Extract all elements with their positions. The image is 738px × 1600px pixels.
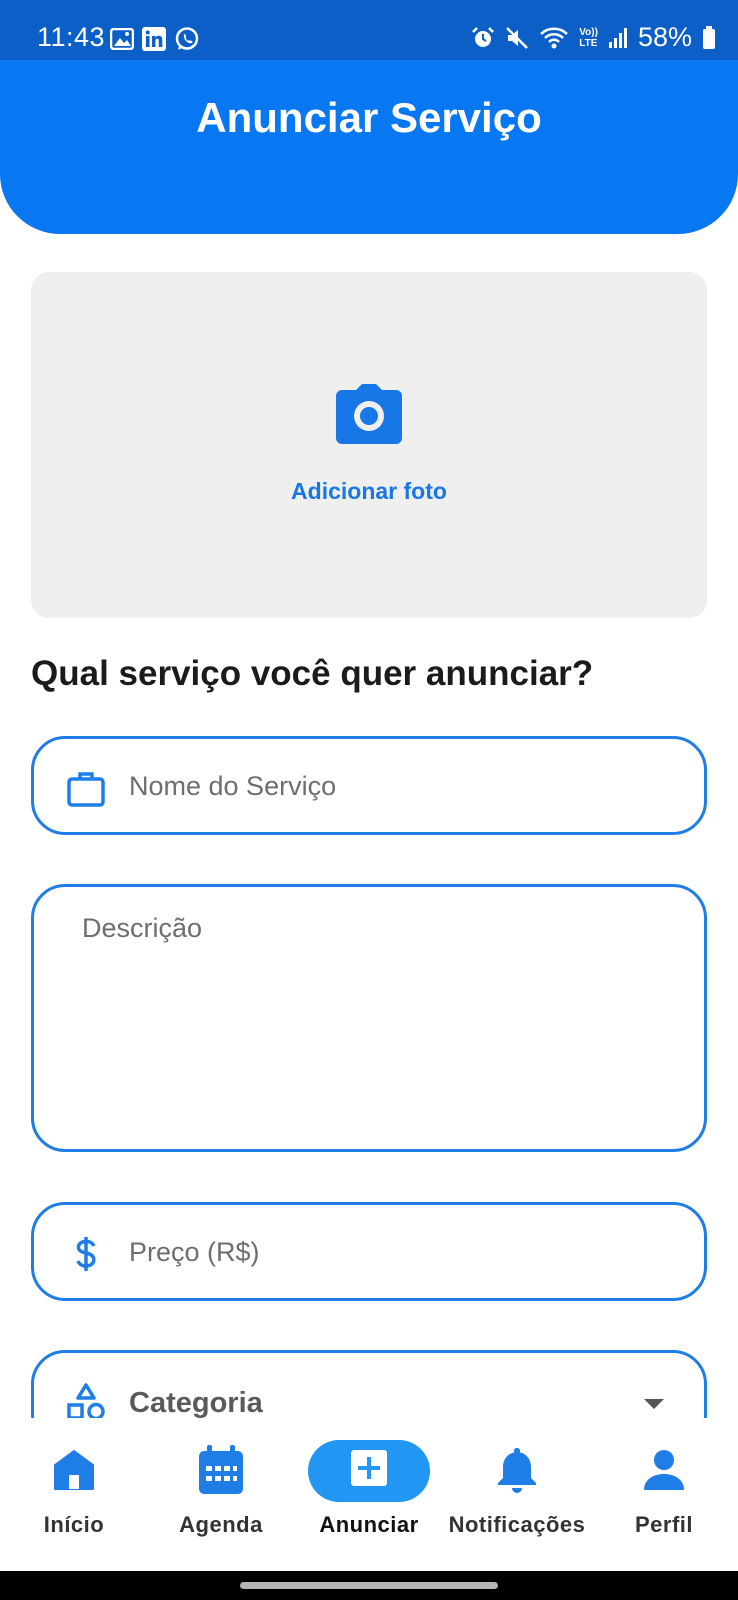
active-indicator-pill[interactable]	[308, 1439, 430, 1502]
camera-icon[interactable]	[336, 384, 402, 444]
nav-item-anunciar[interactable]: Anunciar	[294, 1439, 444, 1538]
nav-label-perfil: Perfil	[634, 1512, 694, 1537]
nav-item-notificacoes[interactable]: Notificações	[441, 1444, 593, 1538]
whatsapp-icon	[174, 26, 200, 52]
home-icon	[52, 1448, 96, 1497]
page-title: Anunciar Serviço	[196, 94, 542, 141]
volte-icon: Vo)) LTE	[579, 27, 598, 49]
status-bar: 11:43 Vo)) LTE 58%	[0, 0, 738, 60]
nav-label-notificacoes: Notificações	[448, 1512, 586, 1537]
form-question: Qual serviço você quer anunciar?	[31, 654, 594, 693]
service-name-input[interactable]	[129, 761, 669, 811]
system-status-icons: Vo)) LTE 58%	[471, 22, 716, 53]
price-input[interactable]	[129, 1227, 669, 1277]
battery-percent: 58%	[637, 22, 692, 52]
calendar-icon	[198, 1444, 244, 1500]
wifi-icon	[539, 26, 569, 50]
system-navigation-bar	[0, 1571, 738, 1600]
service-name-field[interactable]	[31, 736, 707, 835]
add-photo-area[interactable]: Adicionar foto	[31, 272, 707, 618]
bottom-navigation: Início Agenda Anunciar Notificações Perf…	[0, 1418, 738, 1571]
volte-text: Vo))	[579, 26, 598, 38]
nav-label-agenda: Agenda	[179, 1512, 263, 1537]
mute-icon	[505, 26, 529, 50]
gallery-icon	[110, 28, 134, 50]
nav-label-inicio: Início	[43, 1512, 105, 1537]
description-input[interactable]	[82, 913, 682, 1123]
app-header: Anunciar Serviço	[0, 60, 738, 234]
bell-icon	[496, 1446, 538, 1499]
linkedin-icon	[142, 27, 166, 51]
dollar-icon	[66, 1235, 106, 1275]
price-field[interactable]	[31, 1202, 707, 1301]
nav-item-perfil[interactable]: Perfil	[589, 1444, 738, 1538]
person-icon	[642, 1448, 686, 1497]
home-gesture-handle[interactable]	[240, 1582, 498, 1589]
description-field[interactable]	[31, 884, 707, 1152]
nav-label-anunciar: Anunciar	[319, 1512, 419, 1537]
signal-icon	[608, 27, 628, 49]
briefcase-icon	[66, 769, 106, 809]
dropdown-arrow-icon[interactable]	[644, 1399, 664, 1409]
category-icon	[66, 1383, 106, 1423]
category-label: Categoria	[129, 1387, 263, 1419]
add-photo-label[interactable]: Adicionar foto	[31, 478, 707, 505]
nav-item-inicio[interactable]: Início	[0, 1444, 149, 1538]
add-box-icon	[351, 1450, 387, 1491]
status-time: 11:43	[37, 22, 106, 52]
lte-text: LTE	[579, 37, 598, 49]
battery-icon	[702, 25, 716, 50]
notification-icons	[110, 26, 200, 52]
nav-item-agenda[interactable]: Agenda	[146, 1444, 296, 1538]
alarm-icon	[471, 26, 495, 50]
